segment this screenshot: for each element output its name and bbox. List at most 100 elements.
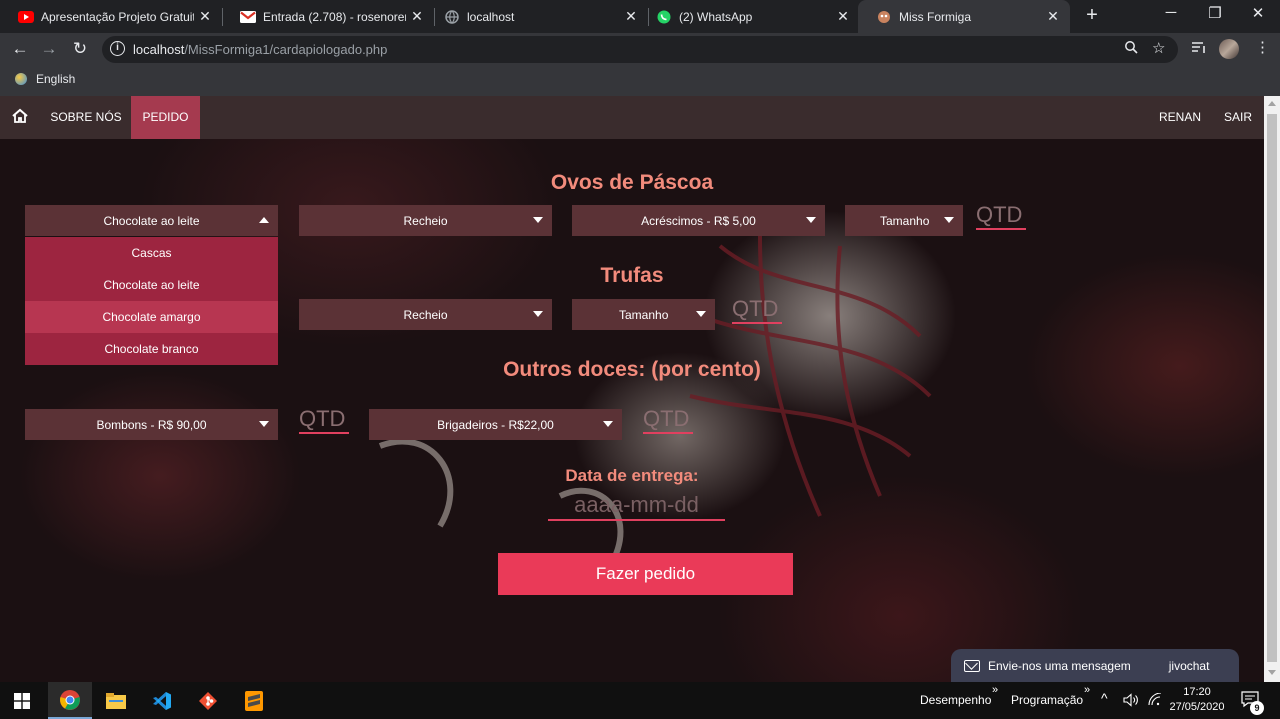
- dropdown-option[interactable]: Chocolate ao leite: [25, 269, 278, 301]
- site-navbar: SOBRE NÓS PEDIDO RENAN SAIR: [0, 96, 1264, 139]
- recheio-select-value: Recheio: [403, 213, 448, 228]
- chevron-down-icon: [944, 217, 954, 223]
- nav-sobre-nos[interactable]: SOBRE NÓS: [44, 96, 128, 139]
- restore-icon[interactable]: ❐: [1200, 4, 1230, 22]
- page-scrollbar[interactable]: [1264, 96, 1280, 682]
- tab-title: Miss Formiga: [899, 9, 972, 24]
- windows-taskbar: Desempenho » Programação » ^ 17:20 27/05…: [0, 682, 1280, 719]
- browser-tab-gmail[interactable]: Entrada (2.708) - rosenorenan ✕: [222, 0, 434, 33]
- qtd-input-bombons[interactable]: QTD: [299, 406, 349, 434]
- recheio-select-trufas[interactable]: Recheio: [299, 299, 552, 330]
- minimize-icon[interactable]: ─: [1156, 4, 1186, 21]
- chat-label: Envie-nos uma mensagem: [988, 658, 1131, 673]
- file-explorer-icon[interactable]: [94, 682, 138, 719]
- tamanho-select-value: Tamanho: [619, 307, 669, 322]
- close-tab-icon[interactable]: ✕: [194, 8, 216, 25]
- browser-tab-youtube[interactable]: Apresentação Projeto Gratuito ✕: [0, 0, 222, 33]
- close-tab-icon[interactable]: ✕: [832, 8, 854, 25]
- toolbar-desempenho[interactable]: Desempenho: [920, 693, 991, 707]
- reload-icon[interactable]: ↻: [69, 38, 91, 60]
- page-viewport: SOBRE NÓS PEDIDO RENAN SAIR Ovos de Pásc…: [0, 96, 1264, 682]
- bookmark-star-icon[interactable]: ☆: [1152, 39, 1165, 57]
- tamanho-select-value: Tamanho: [880, 213, 930, 228]
- qtd-input-ovos[interactable]: QTD: [976, 202, 1026, 230]
- back-icon[interactable]: ←: [9, 38, 31, 60]
- chrome-taskbar-icon[interactable]: [48, 682, 92, 719]
- sublime-text-icon[interactable]: [232, 682, 276, 719]
- tamanho-select-ovos[interactable]: Tamanho: [845, 205, 963, 236]
- qtd-input-trufas[interactable]: QTD: [732, 296, 782, 324]
- gitkraken-icon[interactable]: [186, 682, 230, 719]
- bookmark-english[interactable]: English: [15, 72, 75, 86]
- bookmarks-bar: English: [0, 66, 1280, 96]
- nav-pedido[interactable]: PEDIDO: [131, 96, 200, 139]
- chevron-down-icon: [533, 217, 543, 223]
- site-info-icon[interactable]: i: [110, 41, 125, 56]
- nav-user-renan[interactable]: RENAN: [1151, 96, 1209, 139]
- fazer-pedido-button[interactable]: Fazer pedido: [498, 553, 793, 595]
- profile-avatar[interactable]: [1219, 39, 1239, 59]
- section-title-trufas: Trufas: [600, 264, 664, 287]
- brigadeiros-select[interactable]: Brigadeiros - R$22,00: [369, 409, 622, 440]
- forward-icon[interactable]: →: [38, 38, 60, 60]
- close-window-icon[interactable]: ✕: [1243, 4, 1273, 22]
- whatsapp-icon: [656, 9, 672, 25]
- tab-title: Apresentação Projeto Gratuito: [41, 9, 194, 24]
- section-title-outros: Outros doces: (por cento): [503, 358, 761, 381]
- reading-list-icon[interactable]: [1191, 40, 1207, 58]
- scroll-down-icon[interactable]: [1268, 670, 1276, 675]
- dropdown-option[interactable]: Cascas: [25, 237, 278, 269]
- url-text: localhost/MissFormiga1/cardapiologado.ph…: [133, 42, 388, 57]
- bookmark-label: English: [36, 72, 76, 86]
- qtd-input-brigadeiros[interactable]: QTD: [643, 406, 693, 434]
- new-tab-icon[interactable]: +: [1083, 4, 1101, 27]
- address-bar[interactable]: i localhost/MissFormiga1/cardapiologado.…: [102, 36, 1178, 63]
- notification-count-badge: 9: [1250, 701, 1264, 715]
- clock-date: 27/05/2020: [1169, 701, 1225, 713]
- recheio-select-ovos[interactable]: Recheio: [299, 205, 552, 236]
- data-entrega-input[interactable]: aaaa-mm-dd: [548, 492, 725, 521]
- tab-title: localhost: [467, 9, 515, 24]
- brigadeiros-select-value: Brigadeiros - R$22,00: [437, 417, 554, 432]
- chevron-right-icon[interactable]: »: [1084, 684, 1090, 696]
- chevron-down-icon: [603, 421, 613, 427]
- system-clock[interactable]: 17:20 27/05/2020: [1166, 685, 1228, 715]
- browser-tab-whatsapp[interactable]: (2) WhatsApp ✕: [638, 0, 860, 33]
- data-entrega-label: Data de entrega:: [565, 466, 699, 485]
- acrescimos-select[interactable]: Acréscimos - R$ 5,00: [572, 205, 825, 236]
- nav-sair[interactable]: SAIR: [1215, 96, 1261, 139]
- close-tab-icon[interactable]: ✕: [1042, 8, 1064, 25]
- toolbar-programacao[interactable]: Programação: [1011, 693, 1083, 707]
- bookmark-globe-icon: [15, 73, 27, 85]
- clock-time: 17:20: [1183, 686, 1211, 698]
- dropdown-option[interactable]: Chocolate amargo: [25, 301, 278, 333]
- scroll-up-icon[interactable]: [1268, 101, 1276, 106]
- chevron-down-icon: [533, 311, 543, 317]
- zoom-icon[interactable]: [1124, 40, 1138, 58]
- chat-widget[interactable]: Envie-nos uma mensagem jivochat: [951, 649, 1239, 682]
- volume-icon[interactable]: [1123, 693, 1139, 710]
- dropdown-option[interactable]: Chocolate branco: [25, 333, 278, 365]
- scrollbar-thumb[interactable]: [1267, 114, 1277, 662]
- casca-select[interactable]: Chocolate ao leite: [25, 205, 278, 236]
- tray-expand-icon[interactable]: ^: [1101, 690, 1108, 706]
- acrescimos-select-value: Acréscimos - R$ 5,00: [641, 213, 756, 228]
- windows-start-icon[interactable]: [0, 682, 44, 719]
- browser-tab-localhost[interactable]: localhost ✕: [426, 0, 648, 33]
- chevron-up-icon: [259, 217, 269, 223]
- tamanho-select-trufas[interactable]: Tamanho: [572, 299, 715, 330]
- chevron-right-icon[interactable]: »: [992, 684, 998, 696]
- bombons-select[interactable]: Bombons - R$ 90,00: [25, 409, 278, 440]
- casca-select-value: Chocolate ao leite: [103, 213, 200, 228]
- wifi-icon[interactable]: [1148, 692, 1162, 710]
- site-icon: [876, 9, 892, 25]
- bombons-select-value: Bombons - R$ 90,00: [96, 417, 207, 432]
- browser-tab-miss-formiga[interactable]: Miss Formiga ✕: [858, 0, 1070, 33]
- chevron-down-icon: [259, 421, 269, 427]
- close-tab-icon[interactable]: ✕: [406, 8, 428, 25]
- chevron-down-icon: [806, 217, 816, 223]
- home-icon[interactable]: [11, 108, 29, 124]
- vscode-icon[interactable]: [140, 682, 184, 719]
- chat-brand: jivochat: [1168, 658, 1210, 673]
- menu-kebab-icon[interactable]: ⋮: [1255, 38, 1270, 56]
